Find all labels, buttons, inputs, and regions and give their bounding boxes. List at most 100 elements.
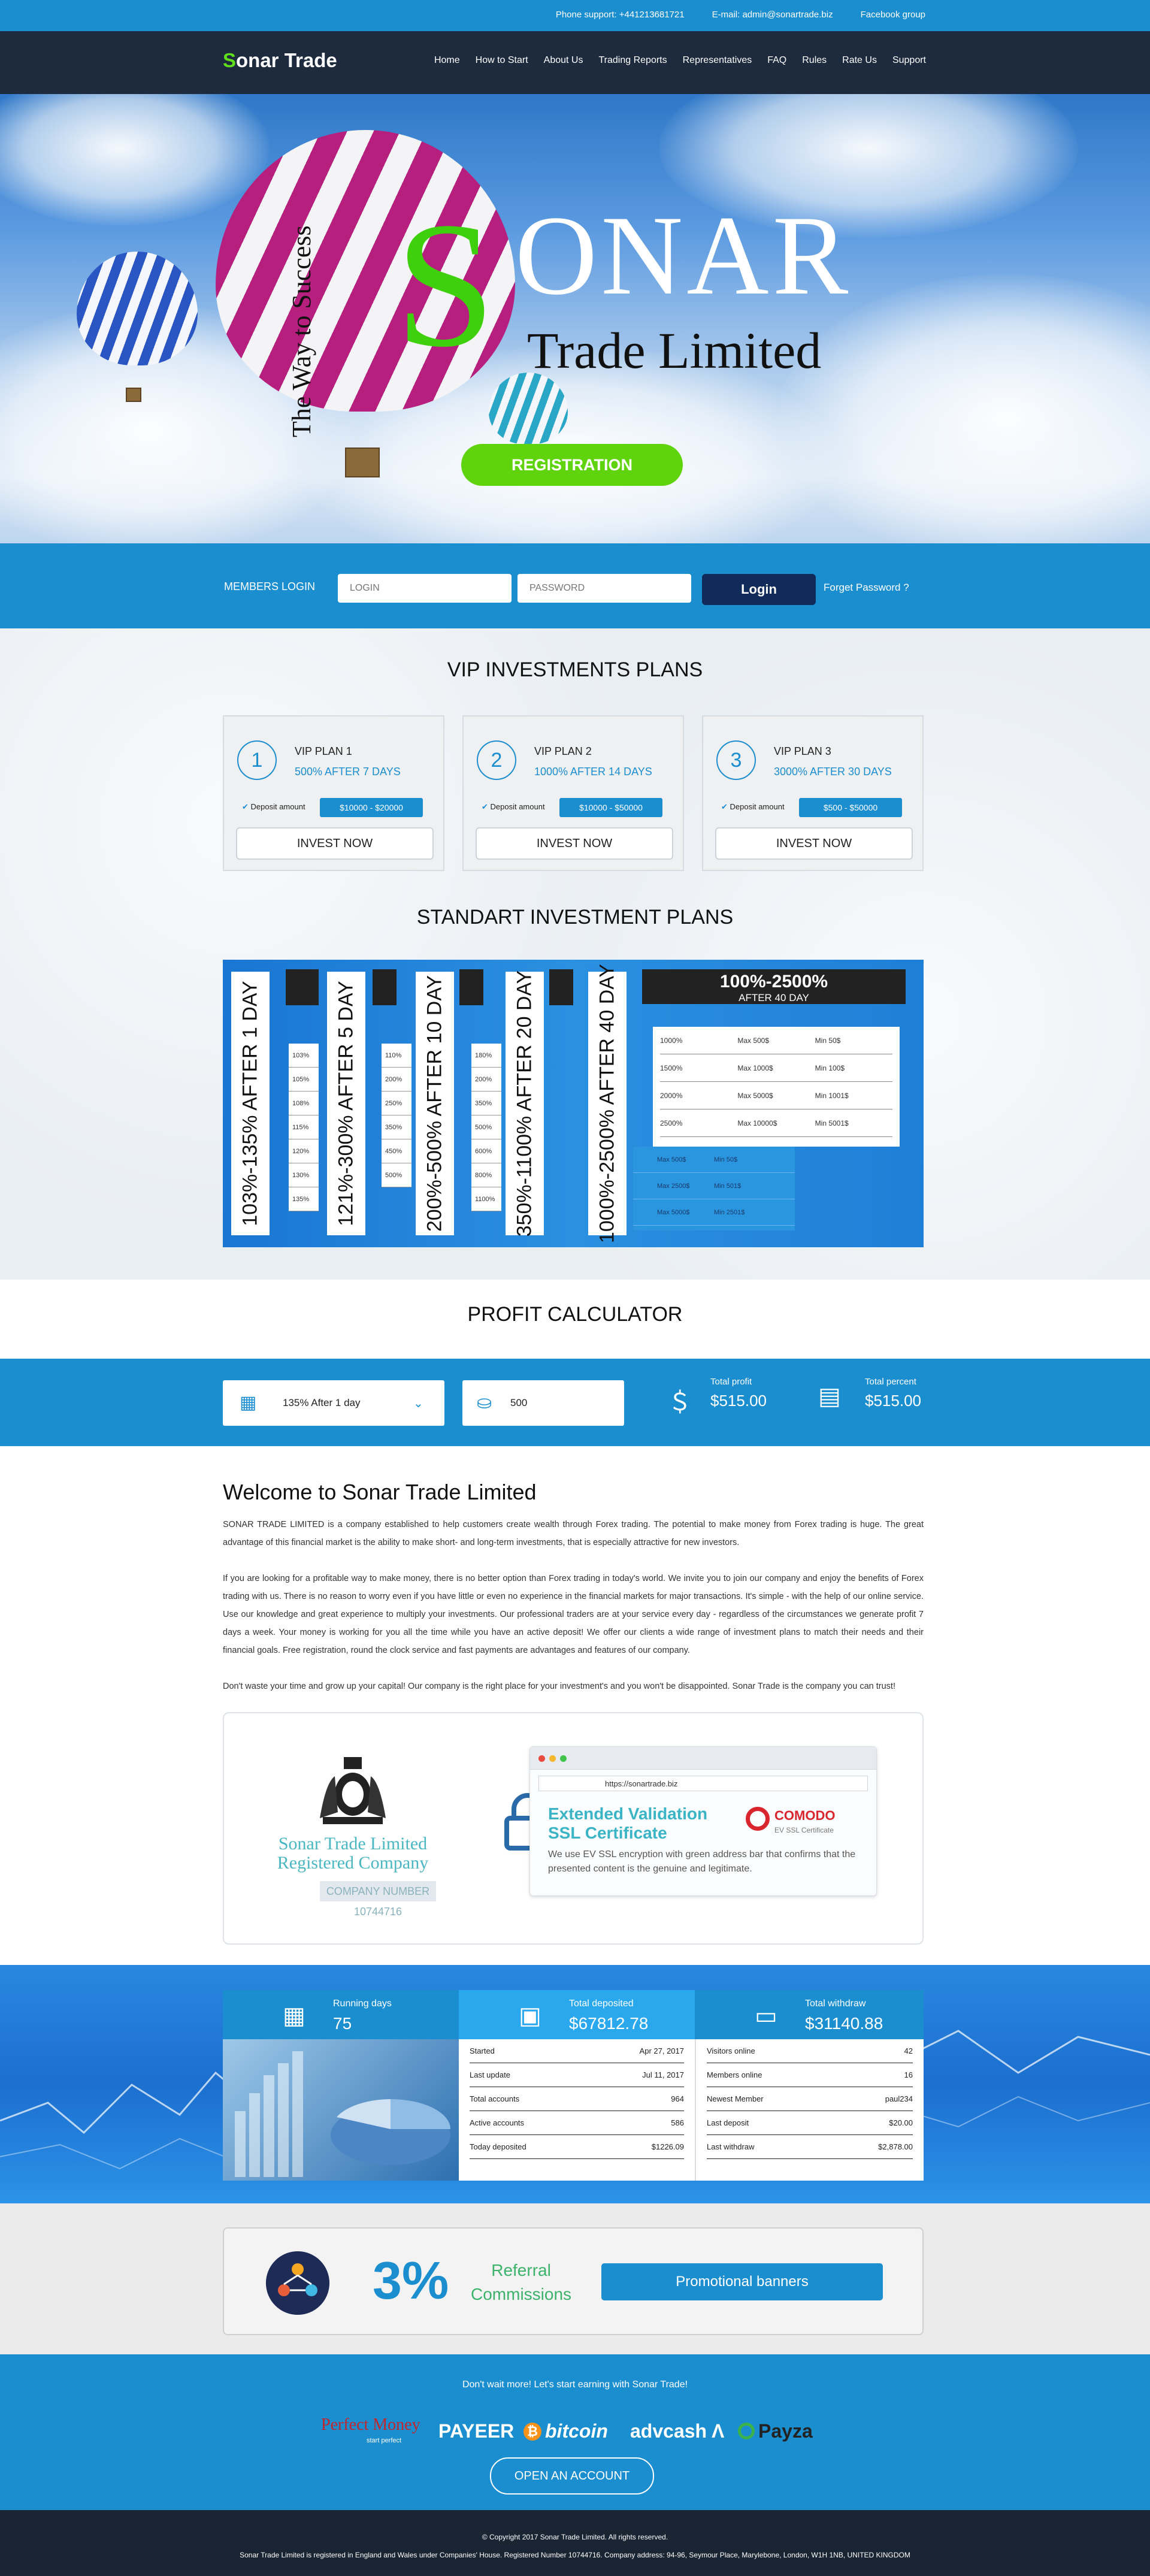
money-hand-icon: ＄ [668,1389,692,1416]
advcash-icon: Ʌ [712,2420,725,2442]
login-button[interactable]: Login [702,574,816,605]
referral-box: 3% Referral Commissions Promotional bann… [223,2227,924,2335]
check-icon: ✔ [242,802,251,811]
vip-plan-card: 3 VIP PLAN 3 3000% AFTER 30 DAYS ✔ Depos… [702,715,924,871]
cloud [0,94,270,226]
welcome-section: Welcome to Sonar Trade Limited SONAR TRA… [223,1480,924,1713]
email-link[interactable]: E-mail: admin@sonartrade.biz [712,10,833,20]
nav-rules[interactable]: Rules [802,55,827,66]
deposit-range: $10000 - $50000 [559,798,662,817]
nav-representatives[interactable]: Representatives [683,55,752,66]
standard-plans-panel: Max 500$ Min 50$ Max 2500$ Min 501$ Max 50… [223,960,924,1247]
deposit-label: ✔ Deposit amount [482,802,545,811]
facebook-link[interactable]: Facebook group [861,10,925,20]
plan-2-label[interactable]: 121%-300% AFTER 5 DAY [327,972,365,1235]
check-icon: ✔ [482,802,491,811]
nav-trading-reports[interactable]: Trading Reports [598,55,667,66]
referral-label: Referral Commissions [471,2261,572,2303]
phone-support: Phone support: +441213681721 [555,10,685,20]
perfect-money-sub: start perfect [367,2437,402,2444]
hero-big-s: S [395,185,495,384]
nav-rate-us[interactable]: Rate Us [842,55,877,66]
plan-3-label[interactable]: 200%-500% AFTER 10 DAY [416,972,454,1235]
plan-header [549,969,573,1005]
open-account-button[interactable]: OPEN AN ACCOUNT [490,2457,654,2495]
plan-1-rates: 103% 105% 108% 115% 120% 130% 135% [289,1044,319,1211]
amount-value: 500 [510,1397,528,1408]
balloon-basket [126,388,141,402]
minimize-dot-icon [549,1755,556,1762]
forgot-password-link[interactable]: Forget Password ? [824,582,909,594]
referral-network-icon [266,2251,329,2315]
footer: © Copyright 2017 Sonar Trade Limited. Al… [0,2510,1150,2576]
password-input[interactable] [518,574,691,603]
deposit-label: ✔ Deposit amount [242,802,305,811]
welcome-paragraph: Don't waste your time and grow up your c… [223,1682,895,1691]
comodo-badge: COMODO EV SSL Certificate [746,1804,860,1840]
plan-header [286,969,319,1005]
top-bar: Phone support: +441213681721 E-mail: adm… [0,0,1150,31]
plan-percent: 3000% AFTER 30 DAYS [774,766,892,778]
welcome-title: Welcome to Sonar Trade Limited [223,1480,537,1504]
nav-how-to-start[interactable]: How to Start [476,55,528,66]
calendar-icon: ▦ [240,1393,257,1413]
plan-header [373,969,397,1005]
total-withdraw: ▭ Total withdraw $31140.88 [695,1990,924,2039]
plan-header [459,969,483,1005]
statistics-section: ▦ Running days 75 ▣ Total deposited $678… [0,1965,1150,2203]
calendar-icon: ▦ [283,2003,305,2029]
deposit-label: ✔ Deposit amount [721,802,785,811]
invest-now-button[interactable]: INVEST NOW [476,827,673,860]
perfect-money-logo: Perfect Money [321,2415,420,2434]
plan-number: 2 [477,740,516,780]
plan-1-label[interactable]: 103%-135% AFTER 1 DAY [231,972,270,1235]
plan-4-label[interactable]: 350%-1100% AFTER 20 DAY [506,970,544,1236]
nav-about-us[interactable]: About Us [544,55,583,66]
vip-plans-title: VIP INVESTMENTS PLANS [447,658,703,681]
amount-input[interactable]: ⛀ 500 [462,1380,624,1426]
referral-percent: 3% [373,2251,449,2310]
nav-home[interactable]: Home [434,55,460,66]
address-bar: https://sonartrade.biz [538,1776,868,1791]
advcash-logo: advcash [630,2420,707,2442]
payza-icon [738,2423,755,2439]
site-logo[interactable]: Sonar Trade [223,49,337,72]
atm-icon: ▭ [755,2003,777,2029]
plan-select[interactable]: ▦ 135% After 1 day ⌄ [223,1380,444,1426]
royal-crest-icon [320,1757,386,1824]
plan-number: 1 [237,740,277,780]
promotional-banners-button[interactable]: Promotional banners [601,2263,883,2300]
deposit-range: $500 - $50000 [799,798,902,817]
plans-section: VIP INVESTMENTS PLANS 1 VIP PLAN 1 500% … [0,628,1150,1280]
blue-balloon [77,252,198,365]
plan-percent: 500% AFTER 7 DAYS [295,766,401,778]
invest-now-button[interactable]: INVEST NOW [715,827,913,860]
nav-support[interactable]: Support [892,55,926,66]
ev-ssl-title: Extended Validation SSL Certificate [548,1804,708,1842]
nav-faq[interactable]: FAQ [767,55,786,66]
plan-5-label[interactable]: 1000%-2500% AFTER 40 DAY [588,964,627,1243]
close-dot-icon [538,1755,545,1762]
plan-table-lower: Max 500$ Min 50$ Max 2500$ Min 501$ Max 50… [633,1147,795,1230]
registration-button[interactable]: REGISTRATION [461,444,683,486]
login-input[interactable] [338,574,512,603]
hero-banner: The Way to Success S ONAR Trade Limited … [0,94,1150,543]
payment-methods: Perfect Money start perfect PAYEER ₿ bit… [319,2414,834,2448]
plan-name: VIP PLAN 1 [295,745,352,757]
total-deposited: ▣ Total deposited $67812.78 [459,1990,695,2039]
standard-plans-title: STANDART INVESTMENT PLANS [416,906,734,929]
referral-section: 3% Referral Commissions Promotional bann… [0,2203,1150,2354]
registered-company: Sonar Trade Limited Registered Company [277,1834,429,1873]
balloon-basket [345,448,380,477]
payeer-logo: PAYEER [438,2420,515,2442]
hero-sonar: ONAR [515,193,852,319]
certificates-box: Sonar Trade Limited Registered Company C… [223,1712,924,1945]
plan-5-table: 1000% Max 500$ Min 50$ 1500% Max 1000$ Min 1… [653,1027,900,1147]
maximize-dot-icon [560,1755,567,1762]
profit-calculator-title: PROFIT CALCULATOR [467,1303,683,1326]
certificate-icon: ▤ [818,1383,841,1410]
login-bar: MEMBERS LOGIN Login Forget Password ? [0,543,1150,628]
invest-now-button[interactable]: INVEST NOW [236,827,434,860]
bitcoin-icon: ₿ [523,2423,541,2441]
bitcoin-logo: bitcoin [545,2420,608,2442]
